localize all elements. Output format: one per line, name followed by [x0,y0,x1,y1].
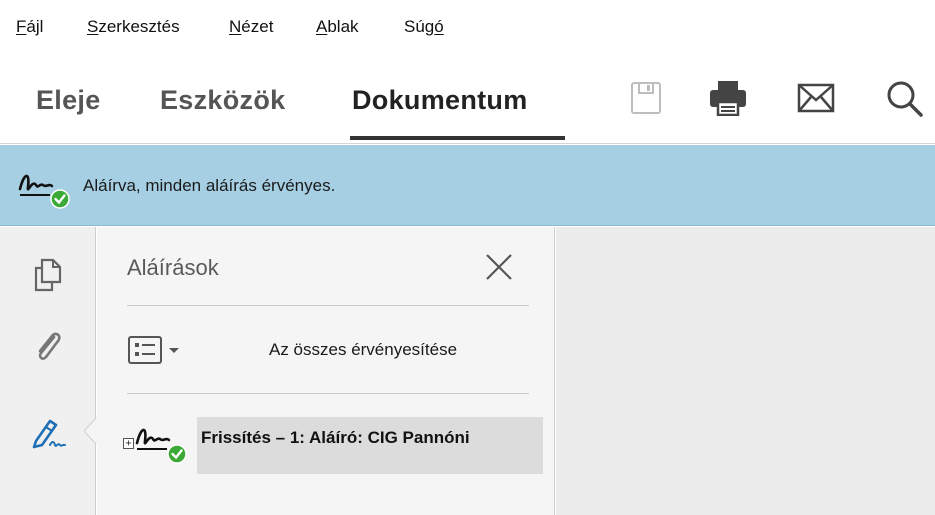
signature-valid-icon [18,174,70,209]
signature-status-bar: Aláírva, minden aláírás érvényes. [0,145,935,226]
search-icon [887,81,923,117]
nav-signatures-button[interactable] [22,407,74,459]
close-icon [486,254,512,280]
nav-attachments-button[interactable] [22,321,74,373]
tab-document[interactable]: Dokumentum [352,84,528,116]
attachment-icon [38,332,61,360]
expand-signature-toggle[interactable]: + [123,438,134,449]
menu-edit[interactable]: Szerkesztés [87,17,180,37]
signature-options-button[interactable] [127,333,189,367]
menu-help[interactable]: Súgó [404,17,444,37]
menu-view[interactable]: Nézet [229,17,273,37]
signature-valid-icon [135,428,187,464]
save-icon [631,82,661,114]
list-options-icon [128,336,162,364]
panel-divider-top [127,305,529,306]
main-toolbar: Eleje Eszközök Dokumentum [0,46,935,144]
search-button[interactable] [884,76,924,120]
signatures-panel: Aláírások Az összes érvényesítése + Fris… [97,227,555,515]
panel-title: Aláírások [127,255,219,280]
tab-home[interactable]: Eleje [36,84,101,116]
active-tab-indicator [350,136,565,140]
document-view[interactable] [556,227,935,515]
status-message: Aláírva, minden aláírás érvényes. [83,176,336,195]
menu-window[interactable]: Ablak [316,17,359,37]
active-nav-pointer [84,417,97,445]
save-button[interactable] [626,76,666,120]
print-icon [710,81,746,116]
mail-icon [797,83,835,113]
signature-pen-icon [32,419,66,449]
menu-file[interactable]: Fájl [16,17,43,37]
nav-pages-button[interactable] [22,249,74,301]
menu-bar: Fájl Szerkesztés Nézet Ablak Súgó [0,0,935,46]
signature-label[interactable]: Frissítés – 1: Aláíró: CIG Pannóni [201,428,541,448]
email-button[interactable] [796,76,836,120]
chevron-down-icon [169,348,179,353]
tab-tools[interactable]: Eszközök [160,84,285,116]
pages-icon [34,258,62,292]
print-button[interactable] [708,76,748,120]
left-navigation-pane [0,227,97,515]
panel-divider-bottom [127,393,529,394]
validate-all-button[interactable]: Az összes érvényesítése [269,340,457,360]
close-panel-button[interactable] [481,249,517,285]
